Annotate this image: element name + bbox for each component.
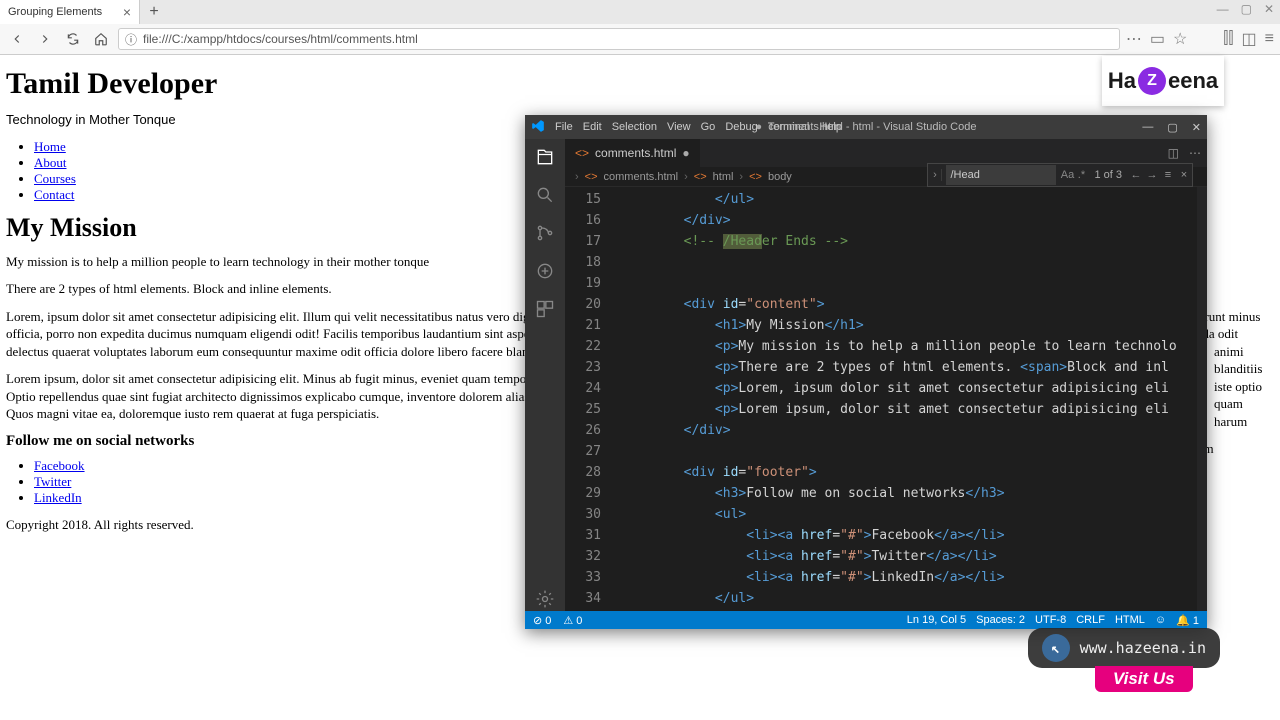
more-actions-icon[interactable]: ⋯ bbox=[1189, 146, 1201, 160]
vscode-titlebar[interactable]: File Edit Selection View Go Debug Termin… bbox=[525, 115, 1207, 139]
status-feedback[interactable]: ☺ bbox=[1155, 614, 1166, 627]
sidebar-icon[interactable]: ◫ bbox=[1242, 29, 1257, 49]
explorer-icon[interactable] bbox=[533, 145, 557, 169]
info-icon: ⓘ bbox=[125, 31, 137, 48]
file-tab[interactable]: <> comments.html ● bbox=[565, 139, 701, 167]
chevron-right-icon: › bbox=[575, 171, 579, 183]
search-icon[interactable] bbox=[533, 183, 557, 207]
visit-url-pill: ↖ www.hazeena.in bbox=[1028, 628, 1220, 668]
code-area[interactable]: </ul> </div> <!-- /Header Ends --> <div … bbox=[609, 187, 1207, 611]
nav-about[interactable]: About bbox=[34, 155, 67, 170]
social-linkedin[interactable]: LinkedIn bbox=[34, 490, 82, 505]
extensions-icon[interactable] bbox=[533, 297, 557, 321]
new-tab-button[interactable]: + bbox=[144, 2, 164, 22]
nav-courses[interactable]: Courses bbox=[34, 171, 76, 186]
status-lncol[interactable]: Ln 19, Col 5 bbox=[907, 614, 966, 627]
menu-go[interactable]: Go bbox=[701, 121, 716, 133]
status-bar: ⊘ 0 ⚠ 0 Ln 19, Col 5 Spaces: 2 UTF-8 CRL… bbox=[525, 611, 1207, 629]
find-input[interactable] bbox=[946, 165, 1056, 185]
library-icon[interactable]: ⫿⫿ bbox=[1223, 30, 1233, 48]
split-editor-icon[interactable]: ◫ bbox=[1168, 146, 1179, 160]
unsaved-indicator-icon: ● bbox=[682, 146, 689, 160]
url-text: file:///C:/xampp/htdocs/courses/html/com… bbox=[143, 32, 418, 46]
vscode-logo-icon bbox=[531, 119, 545, 133]
browser-chrome: — ▢ ✕ Grouping Elements × + ⓘ file:///C:… bbox=[0, 0, 1280, 55]
status-warnings[interactable]: ⚠ 0 bbox=[563, 614, 582, 627]
vscode-maximize[interactable]: ▢ bbox=[1167, 121, 1177, 134]
nav-contact[interactable]: Contact bbox=[34, 187, 74, 202]
more-icon[interactable]: ⋯ bbox=[1126, 29, 1142, 49]
reader-icon[interactable]: ▭ bbox=[1150, 29, 1165, 49]
status-bell[interactable]: 🔔 1 bbox=[1176, 614, 1199, 627]
find-next-icon[interactable]: → bbox=[1144, 169, 1160, 181]
status-errors[interactable]: ⊘ 0 bbox=[533, 614, 551, 627]
menu-edit[interactable]: Edit bbox=[583, 121, 602, 133]
html-file-icon: <> bbox=[575, 146, 589, 160]
code-editor[interactable]: 1516171819202122232425262728293031323334… bbox=[565, 187, 1207, 611]
status-eol[interactable]: CRLF bbox=[1076, 614, 1105, 627]
bookmark-icon[interactable]: ☆ bbox=[1173, 29, 1187, 49]
status-spaces[interactable]: Spaces: 2 bbox=[976, 614, 1025, 627]
window-close[interactable]: ✕ bbox=[1264, 2, 1274, 16]
visit-overlay: ↖ www.hazeena.in Visit Us bbox=[1028, 628, 1220, 692]
minimap[interactable] bbox=[1197, 187, 1207, 611]
menu-icon[interactable]: ≡ bbox=[1265, 30, 1274, 48]
tab-bar: Grouping Elements × + bbox=[0, 0, 1280, 24]
scm-icon[interactable] bbox=[533, 221, 557, 245]
social-twitter[interactable]: Twitter bbox=[34, 474, 71, 489]
status-encoding[interactable]: UTF-8 bbox=[1035, 614, 1066, 627]
window-minimize[interactable]: — bbox=[1217, 2, 1229, 16]
find-close-icon[interactable]: × bbox=[1176, 169, 1192, 181]
menu-debug[interactable]: Debug bbox=[725, 121, 757, 133]
html-file-icon: <> bbox=[585, 171, 598, 183]
find-expand-icon[interactable]: › bbox=[928, 169, 942, 181]
url-field[interactable]: ⓘ file:///C:/xampp/htdocs/courses/html/c… bbox=[118, 28, 1120, 50]
window-controls: — ▢ ✕ bbox=[1217, 2, 1274, 16]
window-maximize[interactable]: ▢ bbox=[1241, 2, 1252, 16]
file-tab-label: comments.html bbox=[595, 146, 676, 160]
menu-selection[interactable]: Selection bbox=[612, 121, 657, 133]
regex-icon[interactable]: .* bbox=[1074, 169, 1088, 181]
visit-us-button[interactable]: Visit Us bbox=[1095, 666, 1193, 692]
find-widget: › Aa .* 1 of 3 ← → ≡ × bbox=[927, 163, 1193, 187]
vscode-title: comments.html - html - Visual Studio Cod… bbox=[756, 121, 977, 133]
back-button[interactable] bbox=[6, 28, 28, 50]
find-selection-icon[interactable]: ≡ bbox=[1160, 169, 1176, 181]
debug-icon[interactable] bbox=[533, 259, 557, 283]
line-gutter: 1516171819202122232425262728293031323334… bbox=[565, 187, 609, 611]
vscode-window: File Edit Selection View Go Debug Termin… bbox=[525, 115, 1207, 629]
social-facebook[interactable]: Facebook bbox=[34, 458, 85, 473]
browser-tab[interactable]: Grouping Elements × bbox=[0, 0, 140, 24]
find-result: 1 of 3 bbox=[1094, 169, 1122, 181]
vscode-minimize[interactable]: — bbox=[1142, 121, 1153, 134]
page-title: Tamil Developer bbox=[6, 67, 1274, 101]
forward-button[interactable] bbox=[34, 28, 56, 50]
status-language[interactable]: HTML bbox=[1115, 614, 1145, 627]
activity-bar bbox=[525, 139, 565, 611]
find-prev-icon[interactable]: ← bbox=[1128, 169, 1144, 181]
home-button[interactable] bbox=[90, 28, 112, 50]
menu-file[interactable]: File bbox=[555, 121, 573, 133]
nav-home[interactable]: Home bbox=[34, 139, 66, 154]
tab-close-icon[interactable]: × bbox=[123, 4, 131, 20]
hazeena-logo: Ha Z eena bbox=[1102, 56, 1224, 106]
tab-title: Grouping Elements bbox=[8, 6, 102, 18]
vscode-close[interactable]: ✕ bbox=[1192, 121, 1201, 134]
settings-icon[interactable] bbox=[533, 587, 557, 611]
match-case-icon[interactable]: Aa bbox=[1060, 169, 1074, 181]
menu-view[interactable]: View bbox=[667, 121, 691, 133]
cursor-icon: ↖ bbox=[1042, 634, 1070, 662]
reload-button[interactable] bbox=[62, 28, 84, 50]
address-bar: ⓘ file:///C:/xampp/htdocs/courses/html/c… bbox=[0, 24, 1280, 54]
